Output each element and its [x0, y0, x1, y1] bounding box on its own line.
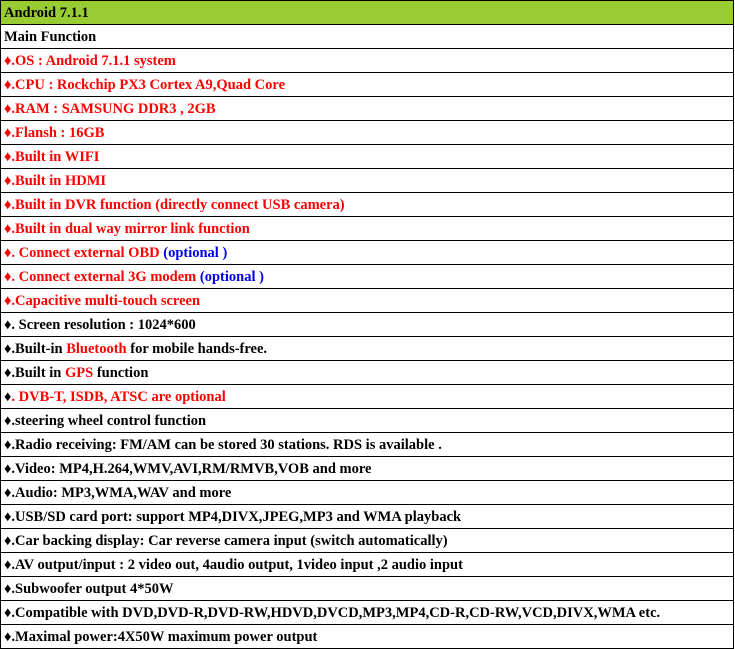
feature-cell: ♦.Built-in Bluetooth for mobile hands-fr…: [0, 336, 734, 361]
feature-text-segment: ♦.Subwoofer output 4*50W: [4, 580, 174, 597]
feature-row: ♦.Built in GPS function: [0, 360, 734, 385]
feature-cell: ♦.Built in dual way mirror link function: [0, 216, 734, 241]
feature-cell: ♦.OS : Android 7.1.1 system: [0, 48, 734, 73]
section-title-row: Main Function: [0, 24, 734, 49]
feature-cell: ♦. Screen resolution : 1024*600: [0, 312, 734, 337]
feature-cell: ♦.steering wheel control function: [0, 408, 734, 433]
feature-row: ♦.CPU : Rockchip PX3 Cortex A9,Quad Core: [0, 72, 734, 97]
feature-text-segment: . DVB-T, ISDB, ATSC are optional: [11, 388, 226, 405]
feature-cell: ♦.CPU : Rockchip PX3 Cortex A9,Quad Core: [0, 72, 734, 97]
feature-cell: ♦.Video: MP4,H.264,WMV,AVI,RM/RMVB,VOB a…: [0, 456, 734, 481]
feature-row: ♦. Connect external 3G modem (optional ): [0, 264, 734, 289]
feature-row: ♦.Maximal power:4X50W maximum power outp…: [0, 624, 734, 649]
feature-row: ♦.AV output/input : 2 video out, 4audio …: [0, 552, 734, 577]
feature-cell: ♦.Built in WIFI: [0, 144, 734, 169]
feature-row: ♦. Screen resolution : 1024*600: [0, 312, 734, 337]
feature-row: ♦.Radio receiving: FM/AM can be stored 3…: [0, 432, 734, 457]
feature-row: ♦.Built in DVR function (directly connec…: [0, 192, 734, 217]
section-title-cell: Main Function: [0, 24, 734, 49]
spec-table-body: Android 7.1.1 Main Function ♦.OS : Andro…: [0, 0, 734, 649]
feature-cell: ♦. Connect external 3G modem (optional ): [0, 264, 734, 289]
feature-cell: ♦.Built in GPS function: [0, 360, 734, 385]
feature-text-segment: ♦.Audio: MP3,WMA,WAV and more: [4, 484, 232, 501]
feature-text-segment: (optional ): [199, 268, 264, 285]
feature-text-segment: ♦. Connect external 3G modem: [4, 268, 200, 285]
feature-text-segment: ♦.Built-in: [4, 340, 67, 357]
feature-cell: ♦.Capacitive multi-touch screen: [0, 288, 734, 313]
feature-row: ♦.steering wheel control function: [0, 408, 734, 433]
feature-row: ♦.Built in WIFI: [0, 144, 734, 169]
spec-table: Android 7.1.1 Main Function ♦.OS : Andro…: [0, 0, 734, 649]
feature-cell: ♦.Maximal power:4X50W maximum power outp…: [0, 624, 734, 649]
feature-row: ♦. Connect external OBD (optional ): [0, 240, 734, 265]
feature-cell: ♦.Radio receiving: FM/AM can be stored 3…: [0, 432, 734, 457]
feature-row: ♦.Audio: MP3,WMA,WAV and more: [0, 480, 734, 505]
feature-text-segment: ♦. Connect external OBD: [4, 244, 164, 261]
feature-text-segment: ♦.Built in dual way mirror link function: [4, 220, 250, 237]
feature-text-segment: GPS: [65, 364, 94, 381]
feature-row: ♦.Video: MP4,H.264,WMV,AVI,RM/RMVB,VOB a…: [0, 456, 734, 481]
feature-text-segment: ♦.Built in HDMI: [4, 172, 107, 189]
feature-text-segment: Bluetooth: [66, 340, 127, 357]
feature-cell: ♦. Connect external OBD (optional ): [0, 240, 734, 265]
header-row: Android 7.1.1: [0, 0, 734, 25]
feature-cell: ♦.AV output/input : 2 video out, 4audio …: [0, 552, 734, 577]
feature-text-segment: ♦.Video: MP4,H.264,WMV,AVI,RM/RMVB,VOB a…: [4, 460, 372, 477]
feature-cell: ♦.Subwoofer output 4*50W: [0, 576, 734, 601]
feature-row: ♦.Flansh : 16GB: [0, 120, 734, 145]
feature-text-segment: ♦.Radio receiving: FM/AM can be stored 3…: [4, 436, 442, 453]
feature-cell: ♦.USB/SD card port: support MP4,DIVX,JPE…: [0, 504, 734, 529]
feature-cell: ♦.Audio: MP3,WMA,WAV and more: [0, 480, 734, 505]
feature-text-segment: ♦.Built in DVR function (directly connec…: [4, 196, 345, 213]
feature-cell: ♦.Built in HDMI: [0, 168, 734, 193]
feature-row: ♦.Capacitive multi-touch screen: [0, 288, 734, 313]
feature-row: ♦.USB/SD card port: support MP4,DIVX,JPE…: [0, 504, 734, 529]
feature-cell: ♦.Flansh : 16GB: [0, 120, 734, 145]
feature-cell: ♦.Built in DVR function (directly connec…: [0, 192, 734, 217]
feature-row: ♦.RAM : SAMSUNG DDR3 , 2GB: [0, 96, 734, 121]
feature-text-segment: ♦.AV output/input : 2 video out, 4audio …: [4, 556, 463, 573]
feature-text-segment: ♦.RAM : SAMSUNG DDR3 , 2GB: [4, 100, 216, 117]
feature-text-segment: ♦.CPU : Rockchip PX3 Cortex A9,Quad Core: [4, 76, 286, 93]
feature-text-segment: ♦.steering wheel control function: [4, 412, 207, 429]
feature-text-segment: ♦.Built in: [4, 364, 65, 381]
feature-text-segment: ♦.Maximal power:4X50W maximum power outp…: [4, 628, 318, 645]
feature-text-segment: ♦.Built in WIFI: [4, 148, 100, 165]
feature-cell: ♦.Compatible with DVD,DVD-R,DVD-RW,HDVD,…: [0, 600, 734, 625]
feature-cell: ♦.RAM : SAMSUNG DDR3 , 2GB: [0, 96, 734, 121]
feature-text-segment: (optional ): [163, 244, 228, 261]
feature-text-segment: ♦.Compatible with DVD,DVD-R,DVD-RW,HDVD,…: [4, 604, 661, 621]
feature-text-segment: ♦.Car backing display: Car reverse camer…: [4, 532, 448, 549]
feature-row: ♦. DVB-T, ISDB, ATSC are optional: [0, 384, 734, 409]
feature-row: ♦.Built in HDMI: [0, 168, 734, 193]
feature-row: ♦.Car backing display: Car reverse camer…: [0, 528, 734, 553]
feature-text-segment: ♦. Screen resolution : 1024*600: [4, 316, 196, 333]
feature-text-segment: ♦.USB/SD card port: support MP4,DIVX,JPE…: [4, 508, 462, 525]
feature-row: ♦.Built in dual way mirror link function: [0, 216, 734, 241]
feature-text-segment: ♦.OS : Android 7.1.1 system: [4, 52, 176, 69]
feature-text-segment: ♦.Capacitive multi-touch screen: [4, 292, 201, 309]
feature-cell: ♦. DVB-T, ISDB, ATSC are optional: [0, 384, 734, 409]
feature-row: ♦.Built-in Bluetooth for mobile hands-fr…: [0, 336, 734, 361]
feature-row: ♦.Compatible with DVD,DVD-R,DVD-RW,HDVD,…: [0, 600, 734, 625]
feature-text-segment: function: [93, 364, 149, 381]
feature-cell: ♦.Car backing display: Car reverse camer…: [0, 528, 734, 553]
feature-row: ♦.Subwoofer output 4*50W: [0, 576, 734, 601]
header-cell: Android 7.1.1: [0, 0, 734, 25]
feature-text-segment: ♦.Flansh : 16GB: [4, 124, 105, 141]
feature-text-segment: for mobile hands-free.: [126, 340, 268, 357]
feature-row: ♦.OS : Android 7.1.1 system: [0, 48, 734, 73]
